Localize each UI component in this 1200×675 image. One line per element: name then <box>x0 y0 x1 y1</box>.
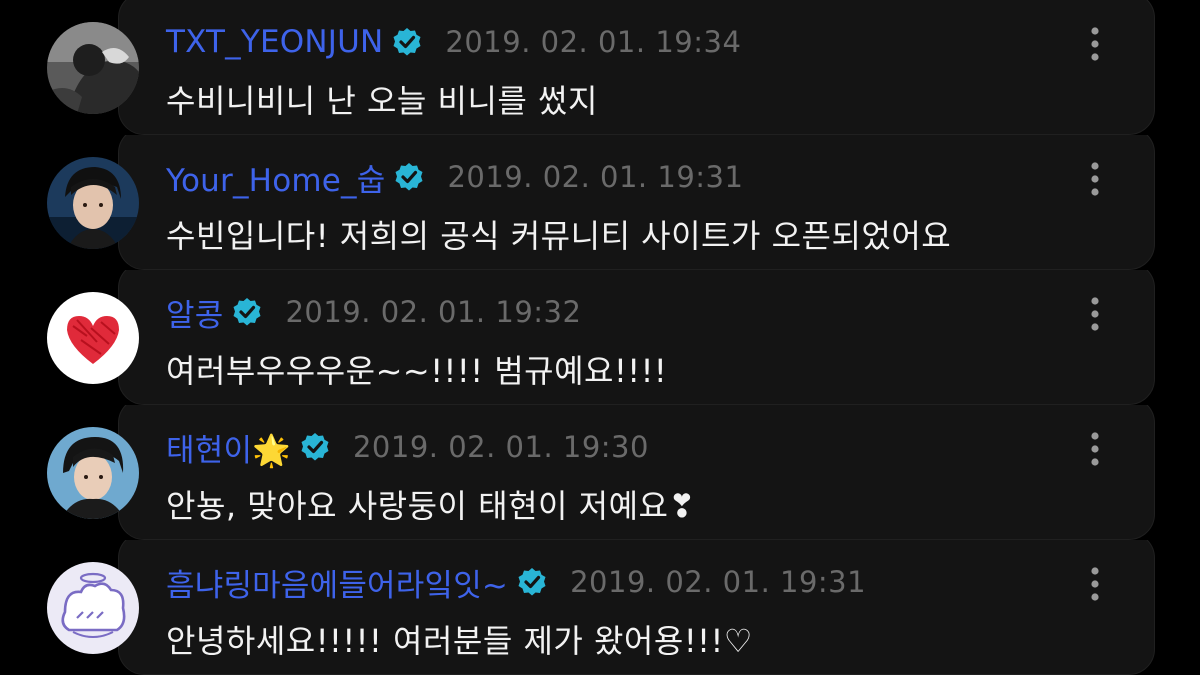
comment-post: 흠냐링마음에들어라잌잇~ 2019. 02. 01. 19:31 안녕하세요!!… <box>0 540 1200 675</box>
comment-header: TXT_YEONJUN 2019. 02. 01. 19:34 <box>166 20 741 64</box>
comment-post: 태현이🌟 2019. 02. 01. 19:30 안뇽, 맞아요 사랑둥이 태현… <box>0 405 1200 540</box>
post-timestamp: 2019. 02. 01. 19:30 <box>352 430 649 464</box>
comment-header: 흠냐링마음에들어라잌잇~ 2019. 02. 01. 19:31 <box>166 560 866 604</box>
verified-badge-icon <box>516 566 548 598</box>
comment-text: 수빈입니다! 저희의 공식 커뮤니티 사이트가 오픈되었어요 <box>166 217 952 255</box>
verified-badge-icon <box>391 26 423 58</box>
post-timestamp: 2019. 02. 01. 19:31 <box>570 565 867 599</box>
avatar[interactable] <box>47 157 139 249</box>
more-options-icon[interactable] <box>1084 296 1106 332</box>
comment-post: 알콩 2019. 02. 01. 19:32 여러부우우우운~~!!!! 범규예… <box>0 270 1200 405</box>
verified-badge-icon <box>299 431 331 463</box>
comment-text: 수비니비니 난 오늘 비니를 썼지 <box>166 82 598 120</box>
avatar[interactable] <box>47 427 139 519</box>
more-options-icon[interactable] <box>1084 431 1106 467</box>
username-link[interactable]: 알콩 <box>166 290 223 335</box>
more-options-icon[interactable] <box>1084 566 1106 602</box>
comment-header: Your_Home_숩 2019. 02. 01. 19:31 <box>166 155 743 199</box>
avatar[interactable] <box>47 22 139 114</box>
comment-post: Your_Home_숩 2019. 02. 01. 19:31 수빈입니다! 저… <box>0 135 1200 270</box>
more-options-icon[interactable] <box>1084 26 1106 62</box>
comment-text: 안뇽, 맞아요 사랑둥이 태현이 저예요❣ <box>166 487 696 525</box>
username-link[interactable]: Your_Home_숩 <box>166 155 385 200</box>
post-timestamp: 2019. 02. 01. 19:34 <box>445 25 742 59</box>
username-link[interactable]: 흠냐링마음에들어라잌잇~ <box>166 560 508 605</box>
comment-header: 알콩 2019. 02. 01. 19:32 <box>166 290 581 334</box>
comment-post: TXT_YEONJUN 2019. 02. 01. 19:34 수비니비니 난 … <box>0 0 1200 135</box>
comment-text: 안녕하세요!!!!! 여러분들 제가 왔어용!!!♡ <box>166 622 753 660</box>
comment-text: 여러부우우우운~~!!!! 범규예요!!!! <box>166 352 668 390</box>
comment-header: 태현이🌟 2019. 02. 01. 19:30 <box>166 425 649 469</box>
more-options-icon[interactable] <box>1084 161 1106 197</box>
post-timestamp: 2019. 02. 01. 19:32 <box>285 295 582 329</box>
username-link[interactable]: TXT_YEONJUN <box>166 24 383 60</box>
verified-badge-icon <box>393 161 425 193</box>
username-link[interactable]: 태현이🌟 <box>166 425 291 470</box>
avatar[interactable] <box>47 562 139 654</box>
post-timestamp: 2019. 02. 01. 19:31 <box>447 160 744 194</box>
avatar[interactable] <box>47 292 139 384</box>
verified-badge-icon <box>231 296 263 328</box>
